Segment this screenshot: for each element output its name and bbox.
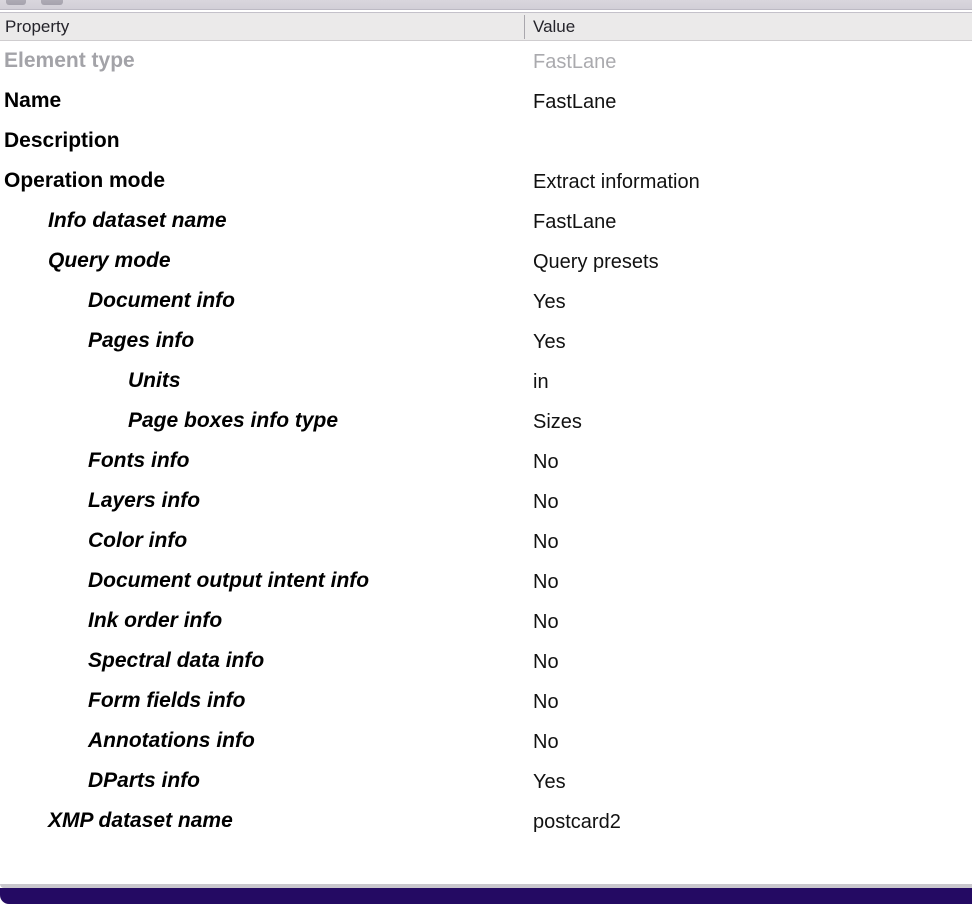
property-value[interactable]: No [533,730,559,754]
property-value[interactable]: Query presets [533,250,659,274]
property-row[interactable]: Query mode Query presets [0,241,972,281]
property-name: Layers info [88,489,200,513]
property-row[interactable]: Layers info No [0,481,972,521]
property-value[interactable]: Yes [533,330,566,354]
property-value[interactable]: Yes [533,770,566,794]
property-name: Info dataset name [48,209,227,233]
property-name: DParts info [88,769,200,793]
property-row[interactable]: Annotations info No [0,721,972,761]
property-value[interactable]: No [533,450,559,474]
property-row[interactable]: Color info No [0,521,972,561]
property-row[interactable]: Element type FastLane [0,41,972,81]
column-header-value[interactable]: Value [533,17,575,37]
toolbar-strip [0,0,972,9]
property-name: Pages info [88,329,194,353]
property-row[interactable]: Page boxes info type Sizes [0,401,972,441]
property-row[interactable]: Description [0,121,972,161]
property-row[interactable]: Name FastLane [0,81,972,121]
property-row[interactable]: Operation mode Extract information [0,161,972,201]
property-name: Document output intent info [88,569,369,593]
property-row[interactable]: Form fields info No [0,681,972,721]
column-header-property[interactable]: Property [5,17,69,37]
property-row[interactable]: XMP dataset name postcard2 [0,801,972,841]
property-value[interactable]: Sizes [533,410,582,434]
property-value[interactable]: No [533,690,559,714]
property-value[interactable]: FastLane [533,210,616,234]
property-name: Query mode [48,249,171,273]
property-name: Form fields info [88,689,246,713]
property-row[interactable]: Document info Yes [0,281,972,321]
property-name: Description [4,129,120,153]
property-value[interactable]: No [533,570,559,594]
property-value[interactable]: Yes [533,290,566,314]
toolbar-icon-left[interactable] [6,0,26,5]
property-row[interactable]: Spectral data info No [0,641,972,681]
property-name: Element type [4,49,135,73]
property-name: Name [4,89,61,113]
status-bar [0,888,972,904]
property-name: XMP dataset name [48,809,233,833]
property-value[interactable]: Extract information [533,170,700,194]
property-value[interactable]: FastLane [533,50,616,74]
property-row[interactable]: Pages info Yes [0,321,972,361]
table-header: Property Value [0,13,972,41]
property-name: Annotations info [88,729,255,753]
property-value[interactable]: No [533,530,559,554]
property-value[interactable]: No [533,610,559,634]
property-table-body: Element type FastLane Name FastLane Descript… [0,41,972,884]
property-value[interactable]: postcard2 [533,810,621,834]
property-row[interactable]: Document output intent info No [0,561,972,601]
property-row[interactable]: DParts info Yes [0,761,972,801]
property-name: Page boxes info type [128,409,338,433]
property-row[interactable]: Ink order info No [0,601,972,641]
property-value[interactable]: No [533,650,559,674]
property-value[interactable]: in [533,370,549,394]
toolbar-icon-right[interactable] [41,0,63,5]
property-row[interactable]: Fonts info No [0,441,972,481]
property-name: Operation mode [4,169,165,193]
property-value[interactable]: FastLane [533,90,616,114]
property-row[interactable]: Units in [0,361,972,401]
property-row[interactable]: Info dataset name FastLane [0,201,972,241]
property-name: Document info [88,289,235,313]
property-value[interactable]: No [533,490,559,514]
property-name: Fonts info [88,449,189,473]
property-name: Units [128,369,181,393]
property-name: Spectral data info [88,649,264,673]
property-name: Ink order info [88,609,222,633]
property-name: Color info [88,529,187,553]
column-divider[interactable] [524,15,525,39]
